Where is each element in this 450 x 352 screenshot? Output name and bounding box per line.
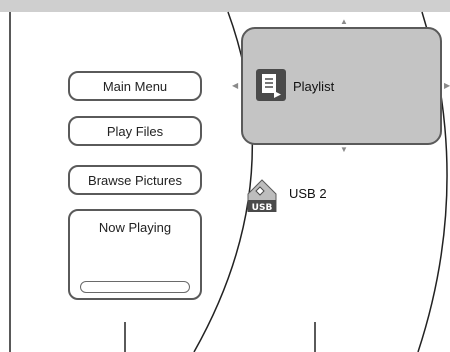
- usb-drive-icon[interactable]: USB: [246, 178, 278, 217]
- browse-pictures-button[interactable]: Brawse Pictures: [68, 165, 202, 195]
- arrow-up-icon[interactable]: ▲: [340, 18, 348, 26]
- arrow-left-icon[interactable]: ◀: [232, 82, 238, 90]
- usb-icon-text: USB: [252, 203, 273, 212]
- arrow-down-icon[interactable]: ▼: [340, 146, 348, 154]
- main-menu-label: Main Menu: [102, 78, 168, 94]
- play-files-button[interactable]: Play Files: [68, 116, 202, 146]
- usb-2-label[interactable]: USB 2: [289, 186, 327, 201]
- playlist-item-focused[interactable]: Playlist: [241, 27, 442, 145]
- now-playing-title: Now Playing: [98, 220, 172, 235]
- playlist-icon: [256, 69, 286, 106]
- main-menu-button[interactable]: Main Menu: [68, 71, 202, 101]
- now-playing-progress-bar: [80, 281, 190, 293]
- browse-pictures-label: Brawse Pictures: [88, 172, 182, 188]
- playlist-label: Playlist: [293, 79, 335, 94]
- now-playing-panel: Now Playing: [68, 209, 202, 300]
- arrow-right-icon[interactable]: ▶: [444, 82, 450, 90]
- play-files-label: Play Files: [106, 123, 164, 139]
